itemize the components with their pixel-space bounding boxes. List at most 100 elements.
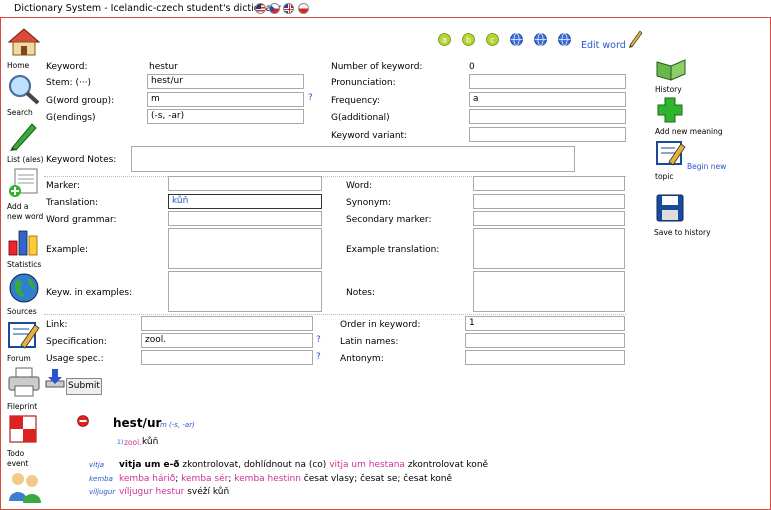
- save-floppy-icon[interactable]: [656, 194, 684, 222]
- printer-icon[interactable]: [7, 366, 41, 398]
- magnifier-icon[interactable]: [7, 73, 41, 105]
- pron-input[interactable]: [469, 74, 626, 89]
- submit-button[interactable]: Submit: [66, 378, 102, 395]
- pencil-icon[interactable]: [627, 28, 643, 48]
- edit-word-link[interactable]: Edit word: [581, 40, 626, 51]
- nav-home[interactable]: Home: [7, 61, 29, 70]
- marker-label: Marker:: [46, 181, 80, 191]
- gword-label: G(word group):: [46, 96, 115, 106]
- translation-label: Translation:: [46, 198, 99, 208]
- us-flag-icon[interactable]: [255, 3, 266, 14]
- usage-help[interactable]: ?: [316, 352, 321, 362]
- example-text: zkontrolovat, dohlídnout na (co): [179, 460, 327, 470]
- history-link[interactable]: History: [655, 85, 682, 94]
- nav-search[interactable]: Search: [7, 108, 33, 117]
- home-icon[interactable]: [7, 27, 41, 57]
- checkered-icon[interactable]: [8, 414, 38, 444]
- nav-statistics[interactable]: Statistics: [7, 260, 41, 269]
- uk-flag-icon[interactable]: [283, 3, 294, 14]
- example-tag: kemba: [89, 475, 113, 483]
- circle-c-icon[interactable]: c: [486, 33, 499, 46]
- gadd-label: G(additional): [331, 113, 390, 123]
- secmarker-input[interactable]: [473, 211, 625, 226]
- nav-add-word-2[interactable]: new word: [7, 212, 43, 221]
- example-text: kemba hárið: [119, 474, 176, 484]
- history-book-icon[interactable]: [655, 56, 687, 82]
- marker-input[interactable]: [168, 176, 322, 191]
- antonym-input[interactable]: [465, 350, 625, 365]
- usage-input[interactable]: [141, 350, 313, 365]
- notes-textarea[interactable]: [473, 271, 625, 312]
- translation-input[interactable]: kůň: [168, 194, 322, 209]
- green-pen-icon[interactable]: [8, 120, 40, 152]
- begin-topic-link[interactable]: Begin new: [687, 162, 726, 171]
- gend-label: G(endings): [46, 113, 96, 123]
- nav-todo-1[interactable]: Todo: [7, 449, 24, 458]
- word-input[interactable]: [473, 176, 625, 191]
- extrans-textarea[interactable]: [473, 228, 625, 269]
- latin-input[interactable]: [465, 333, 625, 348]
- globe-b-icon[interactable]: [534, 33, 547, 46]
- order-input[interactable]: 1: [465, 316, 625, 331]
- kwnotes-textarea[interactable]: [131, 146, 575, 172]
- circle-a-icon[interactable]: a: [438, 33, 451, 46]
- begin-topic-link-2[interactable]: topic: [655, 172, 674, 181]
- freq-input[interactable]: a: [469, 92, 626, 107]
- begin-topic-icon[interactable]: [655, 138, 687, 168]
- nav-list[interactable]: List (ales): [7, 155, 44, 164]
- gadd-input[interactable]: [469, 109, 626, 124]
- polish-flag-icon[interactable]: [298, 3, 309, 14]
- stem-label: Stem: (···): [46, 78, 92, 88]
- numkw-label: Number of keyword:: [331, 62, 423, 72]
- wgrammar-input[interactable]: [168, 211, 322, 226]
- statistics-icon[interactable]: [7, 225, 41, 257]
- gword-input[interactable]: m: [147, 92, 304, 107]
- example-text: kemba sér: [181, 474, 229, 484]
- extrans-label: Example translation:: [346, 245, 440, 255]
- example-line: kemba kemba hárið; kemba sér; kemba hesti…: [89, 474, 452, 484]
- kwvar-input[interactable]: [469, 127, 626, 142]
- example-label: Example:: [46, 245, 89, 255]
- download-arrow-icon[interactable]: [44, 367, 66, 389]
- svg-text:b: b: [466, 36, 471, 45]
- keyword-value: hestur: [149, 62, 178, 72]
- link-input[interactable]: [141, 316, 313, 331]
- czech-flag-icon[interactable]: [269, 3, 280, 14]
- forum-icon[interactable]: [7, 319, 41, 351]
- globe-c-icon[interactable]: [558, 33, 571, 46]
- freq-label: Frequency:: [331, 96, 380, 106]
- example-line: víljugur víljugur hestur svéží kůň: [89, 487, 229, 497]
- spec-input[interactable]: zool.: [141, 333, 313, 348]
- remove-icon[interactable]: [77, 415, 89, 427]
- synonym-input[interactable]: [473, 194, 625, 209]
- wgrammar-label: Word grammar:: [46, 215, 117, 225]
- spec-help[interactable]: ?: [316, 335, 321, 345]
- separator-2: [44, 314, 626, 315]
- nav-sources[interactable]: Sources: [7, 307, 37, 316]
- notes-label: Notes:: [346, 288, 376, 298]
- window-title: Dictionary System - Icelandic-czech stud…: [14, 3, 281, 14]
- add-meaning-plus-icon[interactable]: [656, 97, 684, 123]
- gword-help[interactable]: ?: [308, 93, 313, 103]
- globe-a-icon[interactable]: [510, 33, 523, 46]
- save-history-link[interactable]: Save to history: [654, 228, 711, 237]
- nav-todo-2[interactable]: event: [7, 459, 28, 468]
- nav-fileprint[interactable]: Fileprint: [7, 402, 37, 411]
- add-meaning-link[interactable]: Add new meaning: [655, 127, 723, 136]
- preview-grammar: m (-s, -ar): [160, 421, 195, 429]
- stem-input[interactable]: hest/ur: [147, 74, 304, 89]
- example-tag: vitja: [89, 461, 105, 469]
- gend-input[interactable]: (-s, -ar): [147, 109, 304, 124]
- kwex-textarea[interactable]: [168, 271, 322, 312]
- keyword-label: Keyword:: [46, 62, 88, 72]
- example-text: víljugur hestur: [119, 487, 185, 497]
- users-icon[interactable]: [7, 471, 43, 505]
- circle-b-icon[interactable]: b: [462, 33, 475, 46]
- title-bar: Dictionary System - Icelandic-czech stud…: [0, 0, 771, 18]
- nav-forum[interactable]: Forum: [7, 354, 31, 363]
- add-word-icon[interactable]: [7, 167, 41, 199]
- globe-icon[interactable]: [7, 272, 41, 304]
- example-textarea[interactable]: [168, 228, 322, 269]
- preview-sense-translation: kůň: [142, 437, 159, 447]
- nav-add-word-1[interactable]: Add a: [7, 202, 29, 211]
